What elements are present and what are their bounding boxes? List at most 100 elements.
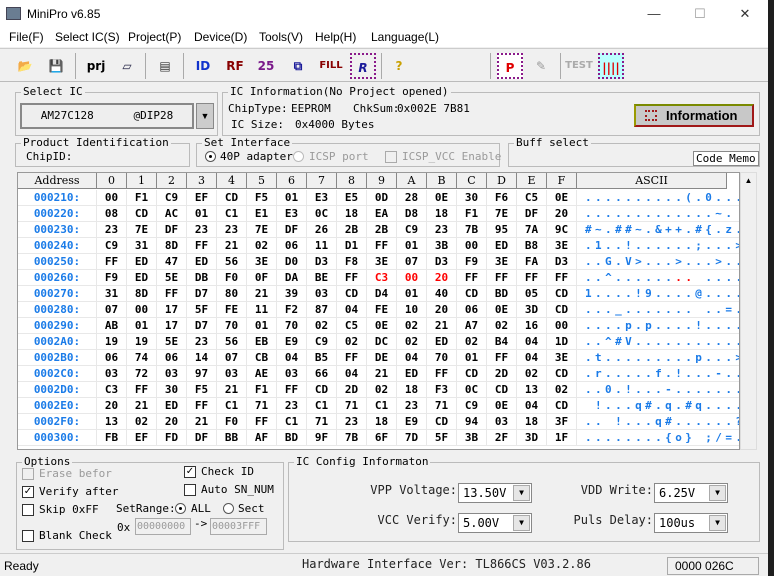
hex-byte[interactable]: F5 xyxy=(247,190,277,206)
table-row[interactable]: 0002F0: 13 02 20 21 F0 FF C1 71 23 18 E9 CD 94 03 18 3F.… xyxy=(18,414,739,430)
device-icon[interactable]: ▤ xyxy=(152,53,178,79)
hex-byte[interactable]: 5F xyxy=(427,430,457,446)
hex-byte[interactable]: DF xyxy=(277,222,307,238)
hex-byte[interactable]: FE xyxy=(367,302,397,318)
hex-byte[interactable]: 07 xyxy=(397,254,427,270)
hex-byte[interactable]: CD xyxy=(307,382,337,398)
blank-check-icon[interactable]: 25 xyxy=(253,53,279,79)
blank-check-checkbox[interactable] xyxy=(22,530,34,542)
program-icon[interactable]: P xyxy=(497,53,523,79)
menu-select-ic[interactable]: Select IC(S) xyxy=(55,30,120,44)
verify-icon[interactable]: ⧉ xyxy=(285,53,311,79)
open-icon[interactable]: 📂 xyxy=(12,53,38,79)
hex-byte[interactable]: D3 xyxy=(547,254,577,270)
hex-byte[interactable]: 23 xyxy=(97,222,127,238)
hex-byte[interactable]: FF xyxy=(457,270,487,286)
chevron-down-icon[interactable]: ▼ xyxy=(709,485,726,501)
hex-byte[interactable]: CD xyxy=(337,286,367,302)
hex-byte[interactable]: C3 xyxy=(97,382,127,398)
hex-byte[interactable]: 56 xyxy=(217,254,247,270)
hex-byte[interactable]: 7E xyxy=(487,206,517,222)
hex-byte[interactable]: 02 xyxy=(397,318,427,334)
hex-byte[interactable]: 3D xyxy=(517,430,547,446)
range-end-input[interactable]: 00003FFF xyxy=(210,518,267,535)
hex-byte[interactable]: E3 xyxy=(307,190,337,206)
hex-byte[interactable]: 18 xyxy=(427,206,457,222)
hex-byte[interactable]: 30 xyxy=(157,382,187,398)
hex-byte[interactable]: 0E xyxy=(367,318,397,334)
hex-byte[interactable]: 21 xyxy=(127,398,157,414)
hex-byte[interactable]: 0C xyxy=(457,382,487,398)
hex-byte[interactable]: CD xyxy=(547,286,577,302)
hex-byte[interactable]: 70 xyxy=(217,318,247,334)
hex-byte[interactable]: BB xyxy=(217,430,247,446)
radio-range-all[interactable] xyxy=(175,503,186,514)
hex-byte[interactable]: 94 xyxy=(457,414,487,430)
hex-byte[interactable]: 0E xyxy=(547,190,577,206)
hex-byte[interactable]: 71 xyxy=(337,398,367,414)
hex-byte[interactable]: DE xyxy=(367,350,397,366)
hex-byte[interactable]: 71 xyxy=(427,398,457,414)
hex-byte[interactable]: D7 xyxy=(187,286,217,302)
hex-byte[interactable]: EF xyxy=(187,190,217,206)
hex-byte[interactable]: 18 xyxy=(517,414,547,430)
hex-byte[interactable]: 2D xyxy=(337,382,367,398)
chevron-down-icon[interactable]: ▼ xyxy=(709,515,726,531)
hex-byte[interactable]: 3E xyxy=(487,254,517,270)
hex-byte[interactable]: FF xyxy=(427,366,457,382)
table-row[interactable]: 000210: 00 F1 C9 EF CD F5 01 E3 E5 0D 28 0E 30 F6 C5 0E.… xyxy=(18,190,739,206)
help-icon[interactable]: ? xyxy=(386,53,412,79)
hex-byte[interactable]: 9C xyxy=(547,222,577,238)
hex-byte[interactable]: 8D xyxy=(127,286,157,302)
hex-byte[interactable]: AC xyxy=(157,206,187,222)
hex-byte[interactable]: C9 xyxy=(97,238,127,254)
read-id-icon[interactable]: ID xyxy=(190,53,216,79)
range-start-input[interactable]: 00000000 xyxy=(135,518,191,535)
maximize-button[interactable]: ☐ xyxy=(677,0,723,28)
hex-byte[interactable]: 00 xyxy=(397,270,427,286)
hex-byte[interactable]: 18 xyxy=(337,206,367,222)
table-row[interactable]: 000270: 31 8D FF D7 80 21 39 03 CD D4 01 40 CD BD 05 CD 1… xyxy=(18,286,739,302)
hex-byte[interactable]: ED xyxy=(427,334,457,350)
open-project-icon[interactable]: prj xyxy=(83,53,109,79)
hex-byte[interactable]: ED xyxy=(487,238,517,254)
hex-byte[interactable]: 21 xyxy=(367,366,397,382)
hex-byte[interactable]: B4 xyxy=(487,334,517,350)
hex-byte[interactable]: FF xyxy=(127,382,157,398)
hex-byte[interactable]: E5 xyxy=(337,190,367,206)
hex-byte[interactable]: 3F xyxy=(547,414,577,430)
hex-byte[interactable]: EB xyxy=(247,334,277,350)
hex-byte[interactable]: 02 xyxy=(517,366,547,382)
hex-byte[interactable]: 17 xyxy=(157,318,187,334)
hex-byte[interactable]: E9 xyxy=(277,334,307,350)
hex-byte[interactable]: BD xyxy=(277,430,307,446)
hex-byte[interactable]: 26 xyxy=(307,222,337,238)
hex-byte[interactable]: FF xyxy=(487,270,517,286)
close-button[interactable]: ✕ xyxy=(722,0,768,28)
hex-byte[interactable]: C3 xyxy=(367,270,397,286)
hex-byte[interactable]: 5E xyxy=(157,334,187,350)
hex-byte[interactable]: 20 xyxy=(97,398,127,414)
pins-icon[interactable]: |||| xyxy=(598,53,624,79)
hex-byte[interactable]: 21 xyxy=(247,286,277,302)
hex-byte[interactable]: 20 xyxy=(547,206,577,222)
hex-byte[interactable]: 9F xyxy=(307,430,337,446)
hex-byte[interactable]: F6 xyxy=(487,190,517,206)
hex-byte[interactable]: B8 xyxy=(517,238,547,254)
hex-byte[interactable]: FB xyxy=(97,430,127,446)
hex-byte[interactable]: CD xyxy=(457,366,487,382)
hex-byte[interactable]: F1 xyxy=(457,206,487,222)
hex-byte[interactable]: 03 xyxy=(487,414,517,430)
hex-byte[interactable]: 7B xyxy=(337,430,367,446)
hex-byte[interactable]: 03 xyxy=(217,366,247,382)
hex-byte[interactable]: 39 xyxy=(277,286,307,302)
hex-byte[interactable]: 3E xyxy=(547,238,577,254)
hex-byte[interactable]: D1 xyxy=(337,238,367,254)
hex-byte[interactable]: C9 xyxy=(157,190,187,206)
hex-byte[interactable]: 19 xyxy=(97,334,127,350)
hex-byte[interactable]: 04 xyxy=(517,350,547,366)
hex-byte[interactable]: C1 xyxy=(277,414,307,430)
hex-byte[interactable]: DF xyxy=(157,222,187,238)
hex-byte[interactable]: 5E xyxy=(157,270,187,286)
hex-byte[interactable]: 01 xyxy=(247,318,277,334)
